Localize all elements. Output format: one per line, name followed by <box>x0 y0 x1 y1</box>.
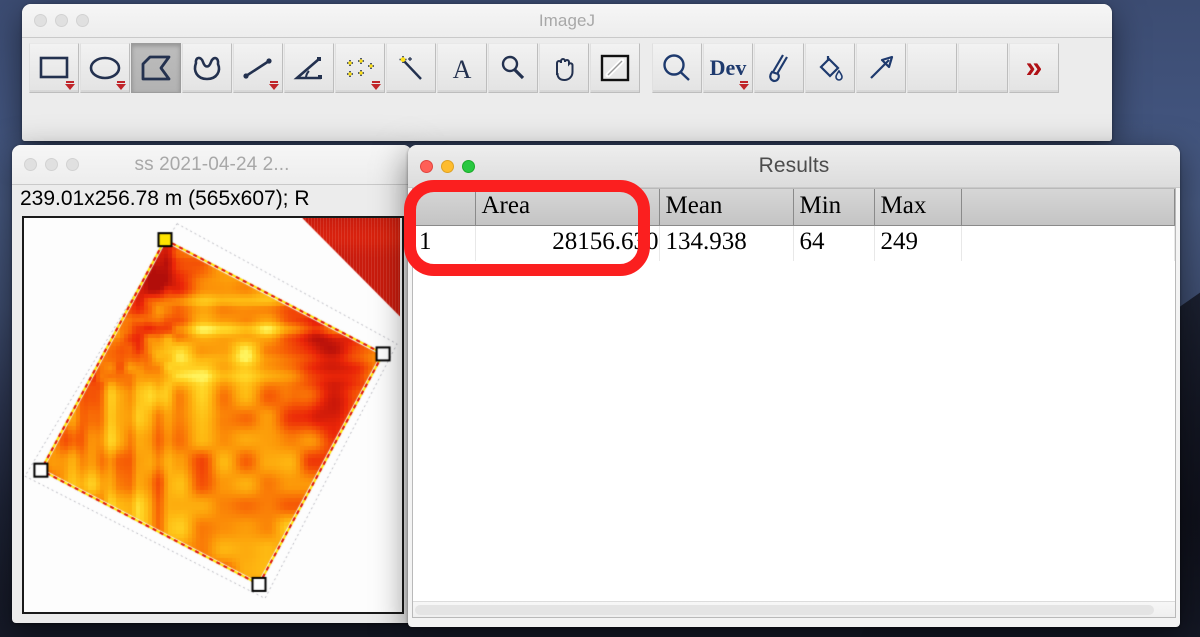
dev-label: Dev <box>709 55 747 80</box>
cell-min: 64 <box>793 225 875 261</box>
close-button[interactable] <box>420 159 433 173</box>
close-button[interactable] <box>34 14 47 27</box>
minimize-button[interactable] <box>45 158 58 171</box>
svg-text:A: A <box>453 55 472 82</box>
results-window[interactable]: Results Area Mean Min Max 1 28156.630 13… <box>408 145 1180 627</box>
column-header-min[interactable]: Min <box>793 189 875 226</box>
chevron-down-icon[interactable] <box>65 81 75 90</box>
angle-tool[interactable] <box>284 43 334 93</box>
chevron-down-icon[interactable] <box>739 81 749 90</box>
imagej-window-title: ImageJ <box>538 10 596 30</box>
zoom-button[interactable] <box>66 158 79 171</box>
more-tools-button[interactable]: » <box>1009 43 1059 93</box>
column-header-index[interactable] <box>413 189 476 226</box>
thermal-heatmap[interactable] <box>24 218 400 612</box>
results-table: Area Mean Min Max 1 28156.630 134.938 64… <box>413 189 1175 261</box>
minimize-button[interactable] <box>441 159 454 173</box>
point-tool[interactable] <box>335 43 385 93</box>
rectangle-tool[interactable] <box>29 43 79 93</box>
image-info-line: 239.01x256.78 m (565x607); R <box>12 185 412 214</box>
arrow-tool[interactable] <box>856 43 906 93</box>
straight-line-tool[interactable] <box>233 43 283 93</box>
minimize-button[interactable] <box>55 14 68 27</box>
imagej-titlebar[interactable]: ImageJ <box>22 4 1112 38</box>
imagej-toolbar[interactable]: A Dev » <box>22 38 1112 94</box>
imagej-traffic-lights[interactable] <box>22 14 89 27</box>
results-window-title: Results <box>758 154 830 177</box>
results-table-container[interactable]: Area Mean Min Max 1 28156.630 134.938 64… <box>412 188 1176 618</box>
polygon-tool[interactable] <box>131 43 181 93</box>
imagej-status-strip <box>22 94 1112 141</box>
empty-slot-1[interactable] <box>907 43 957 93</box>
image-window-traffic-lights[interactable] <box>12 158 79 171</box>
chevron-down-icon[interactable] <box>116 81 126 90</box>
cell-mean: 134.938 <box>659 225 794 261</box>
column-header-area[interactable]: Area <box>475 189 660 226</box>
scrollbar-thumb[interactable] <box>415 605 1155 615</box>
empty-slot-2[interactable] <box>958 43 1008 93</box>
table-header-row: Area Mean Min Max <box>413 189 1175 226</box>
brush-tool[interactable] <box>754 43 804 93</box>
horizontal-scrollbar[interactable] <box>413 601 1175 617</box>
zoom-button[interactable] <box>462 159 475 173</box>
cell-max: 249 <box>874 225 962 261</box>
double-chevron-right-icon: » <box>1025 51 1043 84</box>
chevron-down-icon[interactable] <box>371 81 381 90</box>
column-header-mean[interactable]: Mean <box>659 189 794 226</box>
cell-index: 1 <box>413 225 476 261</box>
dev-tool[interactable]: Dev <box>703 43 753 93</box>
text-tool[interactable]: A <box>437 43 487 93</box>
column-header-empty[interactable] <box>961 189 1175 226</box>
cell-area: 28156.630 <box>475 225 660 261</box>
close-button[interactable] <box>24 158 37 171</box>
table-row[interactable]: 1 28156.630 134.938 64 249 <box>413 225 1175 261</box>
zoom-button[interactable] <box>76 14 89 27</box>
image-canvas[interactable] <box>22 216 404 614</box>
results-titlebar[interactable]: Results <box>408 145 1180 188</box>
hand-tool[interactable] <box>539 43 589 93</box>
freehand-tool[interactable] <box>182 43 232 93</box>
imagej-main-window[interactable]: ImageJ A Dev » <box>22 4 1112 141</box>
wand-tool[interactable] <box>386 43 436 93</box>
zoom-tool[interactable] <box>652 43 702 93</box>
results-traffic-lights[interactable] <box>408 159 475 173</box>
magnifier-tool[interactable] <box>488 43 538 93</box>
oval-tool[interactable] <box>80 43 130 93</box>
image-window-titlebar[interactable]: ss 2021-04-24 2... <box>12 145 412 185</box>
fill-tool[interactable] <box>805 43 855 93</box>
cell-empty <box>961 225 1175 261</box>
dropper-tool[interactable] <box>590 43 640 93</box>
chevron-down-icon[interactable] <box>269 81 279 90</box>
image-window[interactable]: ss 2021-04-24 2... 239.01x256.78 m (565x… <box>12 145 412 623</box>
column-header-max[interactable]: Max <box>874 189 962 226</box>
